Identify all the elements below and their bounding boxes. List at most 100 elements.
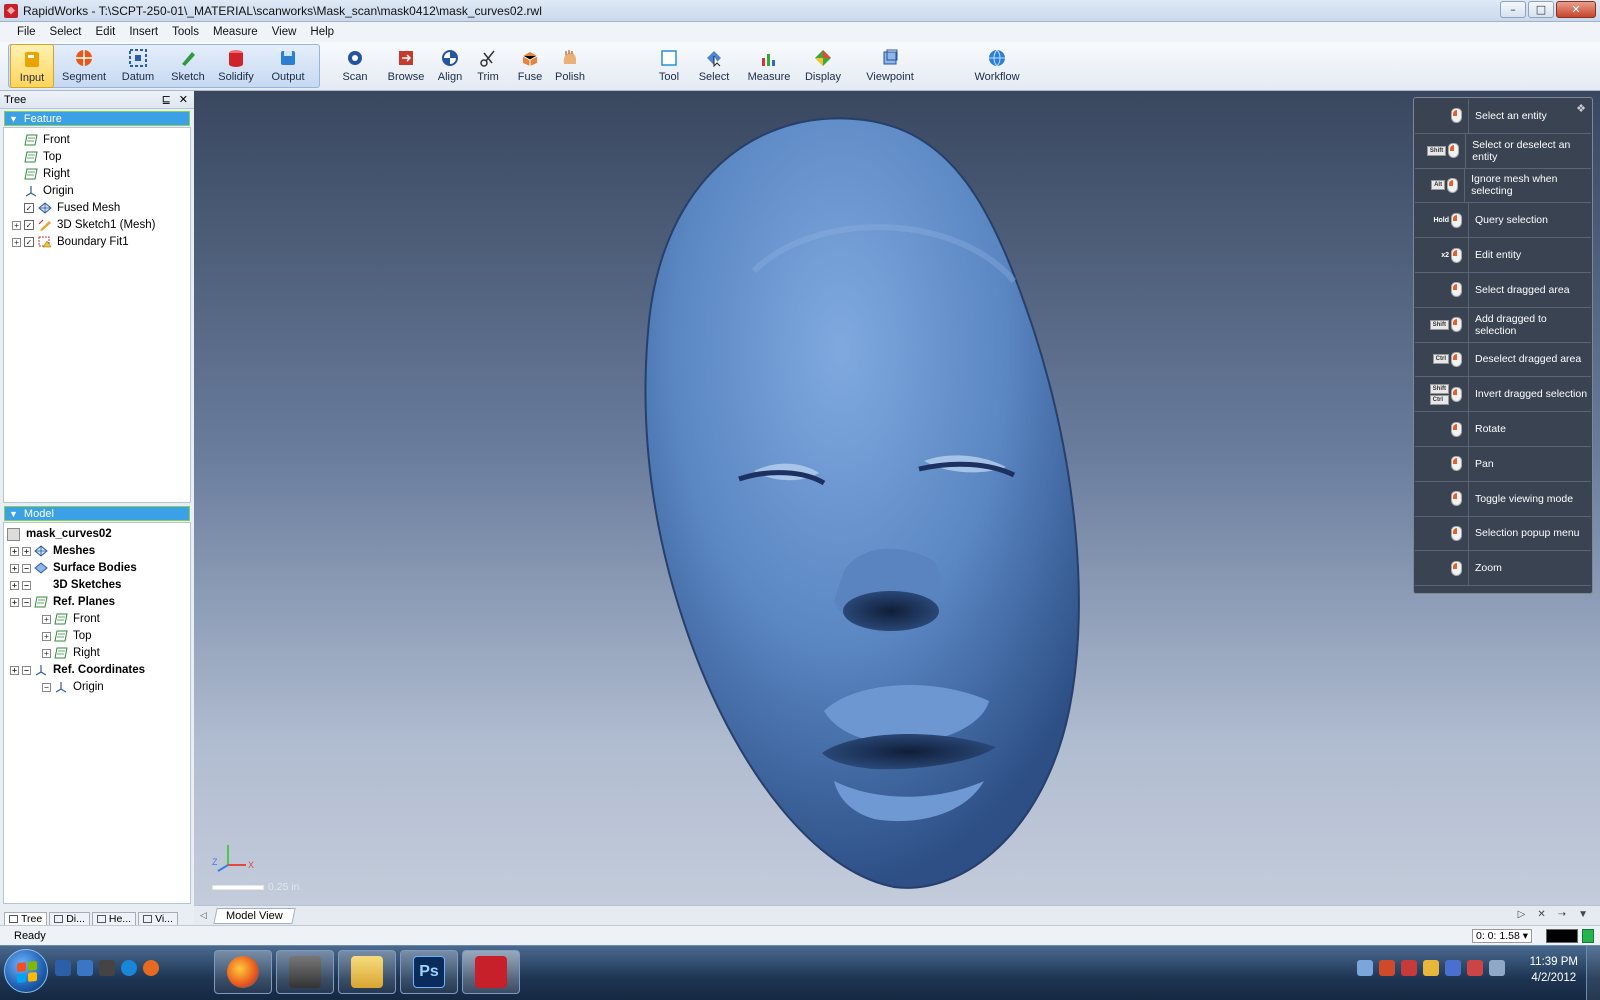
taskbar-rapidworks[interactable] [462, 950, 520, 994]
panel-tab-3[interactable]: Vi... [138, 912, 178, 926]
start-button[interactable] [4, 949, 48, 993]
toolbar-input-button[interactable]: Input [10, 44, 54, 88]
toolbar-trim-button[interactable]: Trim [466, 44, 510, 88]
toolbar-fuse-button[interactable]: Fuse [508, 44, 552, 88]
elapsed-timer[interactable]: 0: 0: 1.58 ▾ [1472, 929, 1532, 943]
toolbar-output-button[interactable]: Output [262, 44, 314, 88]
menu-file[interactable]: File [10, 26, 43, 38]
expand-toggle-icon[interactable]: + [10, 597, 19, 607]
tab-scroll-right-icon[interactable]: ▷ [1518, 909, 1526, 920]
pin-icon[interactable]: ⊑ [162, 93, 171, 106]
show-desktop-icon[interactable] [55, 960, 71, 976]
toolbar-sketch-button[interactable]: Sketch [162, 44, 214, 88]
expand-toggle-icon[interactable]: − [22, 580, 31, 590]
tab-model-view[interactable]: Model View [213, 907, 296, 924]
toolbar-datum-button[interactable]: Datum [112, 44, 164, 88]
expand-toggle-icon[interactable] [12, 204, 21, 213]
feature-item-boundary-fit1[interactable]: + ✓ Boundary Fit1 [12, 234, 129, 250]
toolbar-polish-button[interactable]: Polish [548, 44, 592, 88]
toolbar-browse-button[interactable]: Browse [380, 44, 432, 88]
expand-toggle-icon[interactable]: + [10, 665, 19, 675]
panel-tab-0[interactable]: Tree [4, 912, 48, 926]
model-item-origin[interactable]: − Origin [42, 679, 104, 695]
toolbar-workflow-button[interactable]: Workflow [965, 44, 1029, 88]
feature-item-right[interactable]: Right [24, 166, 70, 182]
close-button[interactable]: ✕ [1556, 1, 1596, 18]
volume-muted-icon[interactable] [1467, 960, 1483, 976]
feature-item-front[interactable]: Front [24, 132, 70, 148]
internet-explorer-icon[interactable] [121, 960, 137, 976]
menu-help[interactable]: Help [303, 26, 341, 38]
menu-select[interactable]: Select [43, 26, 89, 38]
firefox-quick-icon[interactable] [143, 960, 159, 976]
visibility-checkbox[interactable]: ✓ [24, 220, 34, 230]
menu-measure[interactable]: Measure [206, 26, 265, 38]
model-item-surface-bodies[interactable]: + − Surface Bodies [10, 560, 137, 576]
feature-item-fused-mesh[interactable]: ✓ Fused Mesh [12, 200, 120, 216]
tray-app-icon[interactable] [1445, 960, 1461, 976]
model-section-header[interactable]: ▼ Model [4, 506, 190, 521]
menu-insert[interactable]: Insert [122, 26, 165, 38]
system-clock[interactable]: 11:39 PM 4/2/2012 [1530, 954, 1578, 986]
tray-app-icon[interactable] [1423, 960, 1439, 976]
toolbar-segment-button[interactable]: Segment [58, 44, 110, 88]
model-item-3d-sketches[interactable]: + − 3D Sketches [10, 577, 121, 593]
expand-toggle-icon[interactable]: − [22, 597, 31, 607]
expand-toggle-icon[interactable]: + [10, 546, 19, 556]
tab-scroll-left-icon[interactable]: ◁ [200, 910, 207, 921]
expand-toggle-icon[interactable]: + [22, 546, 31, 556]
panel-tab-1[interactable]: Di... [49, 912, 90, 926]
switch-windows-icon[interactable] [77, 960, 93, 976]
toolbar-display-button[interactable]: Display [799, 44, 847, 88]
expand-toggle-icon[interactable]: + [42, 648, 51, 658]
model-item-right[interactable]: + Right [42, 645, 100, 661]
expand-toggle-icon[interactable]: + [10, 580, 19, 590]
expand-toggle-icon[interactable]: + [12, 220, 21, 230]
model-root[interactable]: mask_curves02 [7, 526, 112, 542]
toolbar-select-button[interactable]: Select [690, 44, 738, 88]
expand-toggle-icon[interactable]: + [42, 614, 51, 624]
expand-toggle-icon[interactable]: − [22, 665, 31, 675]
expand-toggle-icon[interactable]: − [42, 682, 51, 692]
taskbar-explorer[interactable] [338, 950, 396, 994]
tray-app-icon[interactable] [1401, 960, 1417, 976]
action-center-icon[interactable] [1489, 960, 1505, 976]
taskbar-firefox[interactable] [214, 950, 272, 994]
close-view-icon[interactable]: ✕ [1537, 909, 1545, 920]
toolbar-viewpoint-button[interactable]: Viewpoint [858, 44, 922, 88]
dock-icon[interactable]: ➝ [1558, 909, 1566, 920]
quick-launch-icon[interactable] [99, 960, 115, 976]
model-item-top[interactable]: + Top [42, 628, 92, 644]
tray-app-icon[interactable] [1379, 960, 1395, 976]
expand-toggle-icon[interactable]: + [10, 563, 19, 573]
taskbar-photoshop[interactable]: Ps [400, 950, 458, 994]
toolbar-solidify-button[interactable]: Solidify [210, 44, 262, 88]
expand-toggle-icon[interactable]: + [12, 237, 21, 247]
close-panel-icon[interactable]: ✕ [179, 93, 188, 106]
panel-tab-2[interactable]: He... [91, 912, 137, 926]
visibility-checkbox[interactable]: ✓ [24, 203, 34, 213]
menu-edit[interactable]: Edit [89, 26, 123, 38]
model-item-ref-coordinates[interactable]: + − Ref. Coordinates [10, 662, 145, 678]
maximize-button[interactable]: □ [1528, 1, 1554, 18]
visibility-checkbox[interactable]: ✓ [24, 237, 34, 247]
menu-view[interactable]: View [265, 26, 304, 38]
model-viewport[interactable]: X Z 0.25 in. [194, 91, 1600, 905]
menu-tools[interactable]: Tools [165, 26, 206, 38]
toolbar-scan-button[interactable]: Scan [333, 44, 377, 88]
expand-toggle-icon[interactable]: + [42, 631, 51, 641]
toolbar-tool-button[interactable]: Tool [645, 44, 693, 88]
minimize-button[interactable]: – [1500, 1, 1526, 18]
feature-item-top[interactable]: Top [24, 149, 62, 165]
show-desktop-button[interactable] [1586, 946, 1600, 1000]
scanned-mask-mesh[interactable] [194, 91, 1600, 905]
model-item-front[interactable]: + Front [42, 611, 100, 627]
network-tray-icon[interactable] [1357, 960, 1373, 976]
expand-toggle-icon[interactable]: − [22, 563, 31, 573]
model-item-ref-planes[interactable]: + − Ref. Planes [10, 594, 115, 610]
view-menu-icon[interactable]: ▼ [1578, 909, 1588, 920]
feature-section-header[interactable]: ▼ Feature [4, 111, 190, 126]
toolbar-measure-button[interactable]: Measure [741, 44, 797, 88]
feature-item-3d-sketch1-mesh-[interactable]: + ✓ 3D Sketch1 (Mesh) [12, 217, 155, 233]
feature-item-origin[interactable]: Origin [24, 183, 74, 199]
